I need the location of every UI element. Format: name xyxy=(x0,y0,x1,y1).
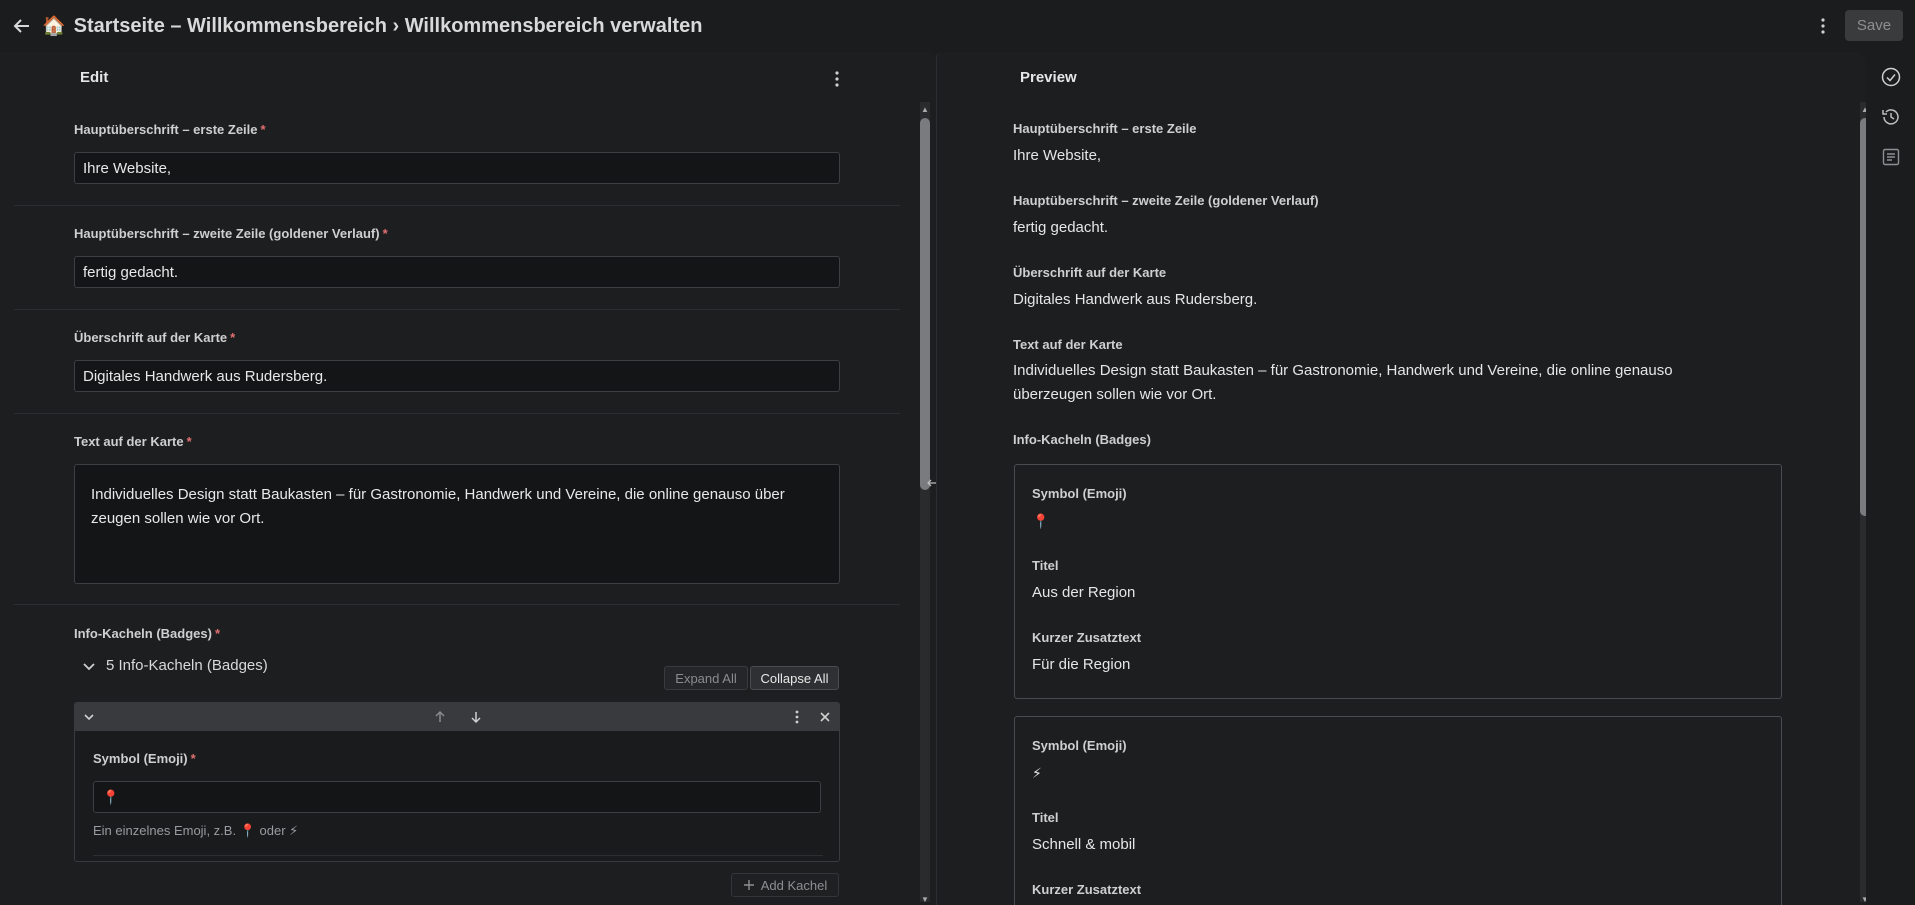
headline-1-input[interactable]: Ihre Website, xyxy=(74,152,840,184)
page-title: 🏠 Startseite – Willkommensbereich › Will… xyxy=(42,14,702,38)
add-kachel-button[interactable]: Add Kachel xyxy=(731,873,839,897)
scroll-down-icon[interactable]: ▼ xyxy=(920,894,930,904)
side-rail xyxy=(1866,52,1915,905)
move-down-icon[interactable] xyxy=(468,709,484,725)
preview-label-headline-2: Hauptüberschrift – zweite Zeile (goldene… xyxy=(1013,193,1319,208)
house-icon: 🏠 xyxy=(42,16,66,37)
preview-badge-card: Symbol (Emoji) ⚡ Titel Schnell & mobil K… xyxy=(1014,716,1782,905)
label-text: Info-Kacheln (Badges) xyxy=(74,626,212,641)
required-mark: * xyxy=(186,434,192,449)
more-options-icon[interactable] xyxy=(1813,12,1833,40)
card-symbol-value: 📍 xyxy=(1032,513,1050,529)
hint-or: oder xyxy=(259,823,286,838)
preview-label-badges: Info-Kacheln (Badges) xyxy=(1013,432,1151,447)
card-title-value: Schnell & mobil xyxy=(1032,836,1136,853)
label-text: Überschrift auf der Karte xyxy=(74,330,228,345)
divider xyxy=(14,205,900,206)
label-text: Hauptüberschrift – erste Zeile xyxy=(74,122,258,137)
item-more-icon[interactable] xyxy=(789,709,805,725)
preview-header: Preview xyxy=(1020,69,1077,86)
card-symbol-label: Symbol (Emoji) xyxy=(1032,486,1127,501)
expand-all-button[interactable]: Expand All xyxy=(664,666,748,690)
hint-prefix: Ein einzelnes Emoji, z.B. xyxy=(93,823,237,838)
save-button[interactable]: Save xyxy=(1845,10,1903,41)
field-label-badges: Info-Kacheln (Badges) * xyxy=(74,626,220,641)
check-circle-icon[interactable] xyxy=(1881,67,1901,87)
card-sub-value: Für die Region xyxy=(1032,656,1131,673)
card-heading-input[interactable]: Digitales Handwerk aus Rudersberg. xyxy=(74,360,840,392)
move-up-icon[interactable] xyxy=(432,709,448,725)
preview-value-card-heading: Digitales Handwerk aus Rudersberg. xyxy=(1013,291,1258,308)
top-bar: 🏠 Startseite – Willkommensbereich › Will… xyxy=(0,0,1915,52)
edit-header: Edit xyxy=(80,69,109,86)
preview-value-card-text: Individuelles Design statt Baukasten – f… xyxy=(1013,362,1673,403)
label-text: Symbol (Emoji) xyxy=(93,751,188,766)
preview-label-card-text: Text auf der Karte xyxy=(1013,337,1123,352)
preview-label-card-heading: Überschrift auf der Karte xyxy=(1013,265,1167,280)
card-title-label: Titel xyxy=(1032,558,1059,573)
divider xyxy=(93,855,823,856)
history-icon[interactable] xyxy=(1881,107,1901,127)
close-icon[interactable] xyxy=(817,709,833,725)
field-label-headline-2: Hauptüberschrift – zweite Zeile (goldene… xyxy=(74,226,388,241)
badge-item-card: Symbol (Emoji) * 📍 Ein einzelnes Emoji, z… xyxy=(74,702,840,862)
chevron-down-icon xyxy=(83,662,95,670)
card-sub-label: Kurzer Zusatztext xyxy=(1032,882,1142,897)
preview-label-headline-1: Hauptüberschrift – erste Zeile xyxy=(1013,121,1197,136)
label-text: Hauptüberschrift – zweite Zeile (goldene… xyxy=(74,226,380,241)
plus-icon xyxy=(743,880,754,890)
edit-more-icon[interactable] xyxy=(830,68,844,90)
field-label-card-heading: Überschrift auf der Karte * xyxy=(74,330,235,345)
required-mark: * xyxy=(190,751,196,766)
card-symbol-label: Symbol (Emoji) xyxy=(1032,738,1127,753)
item-symbol-input[interactable]: 📍 xyxy=(93,781,821,813)
badges-summary: 5 Info-Kacheln (Badges) xyxy=(106,657,268,674)
card-symbol-value: ⚡ xyxy=(1032,765,1042,781)
label-text: Text auf der Karte xyxy=(74,434,184,449)
preview-badge-card: Symbol (Emoji) 📍 Titel Aus der Region Ku… xyxy=(1014,464,1782,699)
preview-panel: Preview Hauptüberschrift – erste Zeile I… xyxy=(936,52,1866,905)
divider xyxy=(14,604,900,605)
divider xyxy=(14,413,900,414)
preview-value-headline-1: Ihre Website, xyxy=(1013,147,1102,164)
item-symbol-label: Symbol (Emoji) * xyxy=(93,751,196,766)
add-label: Add Kachel xyxy=(760,877,828,893)
preview-value-headline-2: fertig gedacht. xyxy=(1013,219,1109,236)
scroll-up-icon[interactable]: ▲ xyxy=(920,104,930,114)
back-arrow-icon[interactable] xyxy=(12,16,32,36)
card-text-textarea[interactable]: Individuelles Design statt Baukasten – f… xyxy=(74,464,840,584)
chevron-down-icon[interactable] xyxy=(81,709,97,725)
collapse-all-button[interactable]: Collapse All xyxy=(750,666,839,690)
item-symbol-hint: Ein einzelnes Emoji, z.B. 📍 oder ⚡ xyxy=(93,823,298,839)
field-label-card-text: Text auf der Karte * xyxy=(74,434,192,449)
card-title-label: Titel xyxy=(1032,810,1059,825)
required-mark: * xyxy=(230,330,236,345)
page-title-text: Startseite – Willkommensbereich › Willko… xyxy=(73,14,703,37)
required-mark: * xyxy=(382,226,388,241)
field-label-headline-1: Hauptüberschrift – erste Zeile * xyxy=(74,122,266,137)
required-mark: * xyxy=(214,626,221,641)
divider xyxy=(14,309,900,310)
required-mark: * xyxy=(260,122,266,137)
item-toolbar xyxy=(75,703,839,731)
lightning-emoji: ⚡ xyxy=(289,823,299,838)
headline-2-input[interactable]: fertig gedacht. xyxy=(74,256,840,288)
badges-collapse-toggle[interactable]: 5 Info-Kacheln (Badges) xyxy=(82,657,268,674)
edit-scrollbar-thumb[interactable] xyxy=(920,118,930,490)
review-list-icon[interactable] xyxy=(1881,147,1901,167)
card-title-value: Aus der Region xyxy=(1032,584,1136,601)
pin-emoji: 📍 xyxy=(239,823,256,838)
card-sub-label: Kurzer Zusatztext xyxy=(1032,630,1142,645)
